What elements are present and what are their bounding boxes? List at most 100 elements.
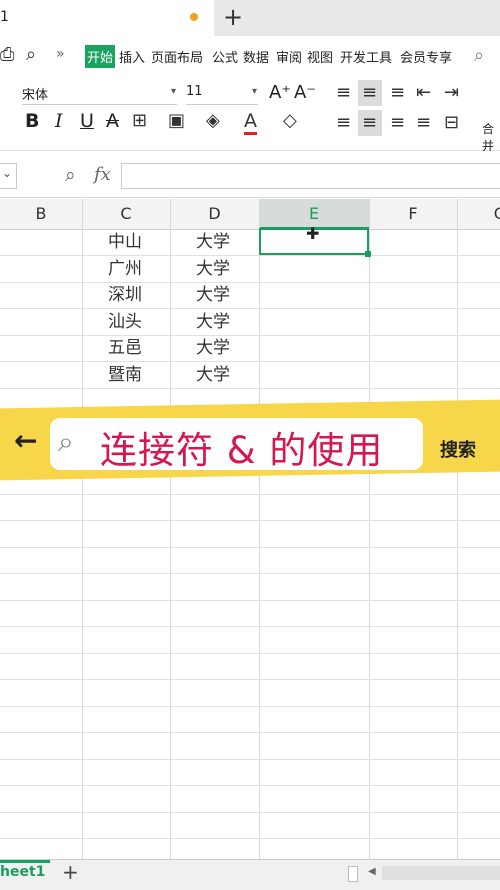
- gridline-vertical: [170, 199, 171, 859]
- document-tab-title: 1: [0, 9, 9, 25]
- cell-d1[interactable]: 大学: [196, 229, 230, 255]
- formula-input[interactable]: [121, 163, 500, 189]
- font-name-dropdown-icon[interactable]: ▾: [171, 86, 176, 97]
- menu-item-page-layout[interactable]: 页面布局: [151, 47, 203, 66]
- column-header-c[interactable]: C: [82, 199, 170, 229]
- gridline-horizontal: [0, 652, 500, 654]
- menu-item-start[interactable]: 开始: [85, 45, 116, 68]
- cell-d5[interactable]: 大学: [196, 335, 230, 361]
- menu-item-formula[interactable]: 公式: [212, 47, 238, 66]
- gridline-horizontal: [0, 493, 500, 495]
- column-header-b[interactable]: B: [0, 199, 82, 229]
- increase-indent-icon[interactable]: ⇥: [444, 82, 459, 103]
- gridline-horizontal: [0, 758, 500, 760]
- sheet-tab-1[interactable]: heet1: [0, 864, 45, 880]
- cell-d3[interactable]: 大学: [196, 282, 230, 308]
- cell-c2[interactable]: 广州: [108, 256, 142, 282]
- gridline-horizontal: [0, 626, 500, 627]
- scroll-left-arrow-icon[interactable]: ◀: [368, 866, 376, 877]
- search-icon[interactable]: ⌕: [474, 45, 484, 66]
- font-size-dropdown-icon[interactable]: ▾: [252, 86, 257, 97]
- new-tab-button[interactable]: +: [223, 3, 243, 31]
- align-bottom-icon[interactable]: ≡: [390, 82, 405, 103]
- cell-c5[interactable]: 五邑: [108, 335, 142, 361]
- align-right-icon[interactable]: ≡: [390, 112, 405, 133]
- column-header-d[interactable]: D: [170, 199, 259, 229]
- cell-c1[interactable]: 中山: [108, 229, 142, 255]
- print-icon[interactable]: ⎙: [0, 44, 14, 65]
- column-header-f[interactable]: F: [369, 199, 457, 229]
- cell-d6[interactable]: 大学: [196, 362, 230, 388]
- font-size-select[interactable]: 11: [186, 84, 258, 105]
- cell-c3[interactable]: 深圳: [108, 282, 142, 308]
- search-magnifier-icon: ⌕: [58, 425, 74, 458]
- menu-item-review[interactable]: 审阅: [276, 47, 302, 66]
- gridline-horizontal: [0, 361, 500, 362]
- gridline-horizontal: [0, 281, 500, 283]
- gridline-horizontal: [0, 308, 500, 309]
- strikethrough-button[interactable]: A: [106, 110, 119, 132]
- cell-c4[interactable]: 汕头: [108, 309, 142, 335]
- justify-icon[interactable]: ≡: [416, 112, 431, 133]
- fill-handle[interactable]: [365, 251, 371, 257]
- bold-button[interactable]: B: [25, 110, 39, 132]
- unsaved-dot-icon: [190, 13, 198, 21]
- active-sheet-indicator: [0, 860, 50, 863]
- clear-format-icon[interactable]: ◇: [283, 110, 297, 131]
- gridline-horizontal: [0, 811, 500, 813]
- gridline-vertical: [259, 199, 260, 859]
- fill-color-icon[interactable]: ◈: [206, 110, 220, 131]
- horizontal-scrollbar[interactable]: [382, 866, 500, 880]
- border-icon[interactable]: ⊞: [132, 110, 147, 131]
- align-center-icon: ≡: [362, 112, 378, 133]
- name-box-dropdown-icon[interactable]: ⌄: [2, 166, 12, 180]
- cell-d4[interactable]: 大学: [196, 309, 230, 335]
- menu-item-member[interactable]: 会员专享: [400, 47, 452, 66]
- gridline-horizontal: [0, 838, 500, 839]
- cursor-cross-icon: ✚: [306, 224, 320, 243]
- menu-item-view[interactable]: 视图: [307, 47, 333, 66]
- gridline-horizontal: [0, 255, 500, 256]
- scroll-splitter[interactable]: [348, 866, 358, 882]
- overlay-search-text: 连接符 & 的使用: [100, 429, 384, 472]
- align-middle-icon: ≡: [362, 82, 378, 103]
- gridline-vertical: [369, 199, 370, 859]
- decrease-font-button[interactable]: A⁻: [294, 82, 316, 103]
- increase-font-button[interactable]: A⁺: [269, 82, 291, 103]
- align-top-icon[interactable]: ≡: [336, 82, 351, 103]
- decrease-indent-icon[interactable]: ⇤: [416, 82, 431, 103]
- underline-button[interactable]: U: [80, 110, 94, 132]
- distributed-align-icon[interactable]: ⊟: [444, 112, 459, 133]
- menu-item-insert[interactable]: 插入: [119, 47, 145, 66]
- menu-item-developer[interactable]: 开发工具: [340, 47, 392, 66]
- add-sheet-button[interactable]: +: [62, 860, 79, 884]
- print-preview-icon[interactable]: ⌕: [26, 44, 36, 65]
- gridline-horizontal: [0, 520, 500, 521]
- gridline-horizontal: [0, 705, 500, 707]
- gridline-vertical: [457, 199, 458, 859]
- paste-group[interactable]: [0, 80, 14, 140]
- gridline-horizontal: [0, 387, 500, 389]
- cell-d2[interactable]: 大学: [196, 256, 230, 282]
- overlay-search-button[interactable]: 搜索: [440, 436, 476, 462]
- italic-button[interactable]: I: [55, 110, 63, 132]
- font-color-button[interactable]: A: [244, 110, 257, 135]
- fx-button[interactable]: fx: [94, 164, 111, 185]
- zoom-function-icon[interactable]: ⌕: [65, 164, 76, 186]
- cell-c6[interactable]: 暨南: [108, 362, 142, 388]
- gridline-horizontal: [0, 573, 500, 574]
- gridline-horizontal: [0, 732, 500, 733]
- menu-more-icon[interactable]: »: [56, 46, 65, 62]
- font-name-select[interactable]: 宋体: [22, 84, 177, 105]
- merge-cells-button[interactable]: 合并: [482, 120, 500, 154]
- align-left-icon[interactable]: ≡: [336, 112, 351, 133]
- back-arrow-icon[interactable]: ←: [14, 424, 37, 457]
- menu-item-data[interactable]: 数据: [243, 47, 269, 66]
- document-tab[interactable]: [0, 0, 214, 36]
- gridline-horizontal: [0, 546, 500, 548]
- cell-style-icon[interactable]: ▣: [168, 110, 185, 131]
- gridline-horizontal: [0, 785, 500, 786]
- gridline-horizontal: [0, 679, 500, 680]
- column-header-g[interactable]: G: [457, 199, 500, 229]
- gridline-horizontal: [0, 334, 500, 336]
